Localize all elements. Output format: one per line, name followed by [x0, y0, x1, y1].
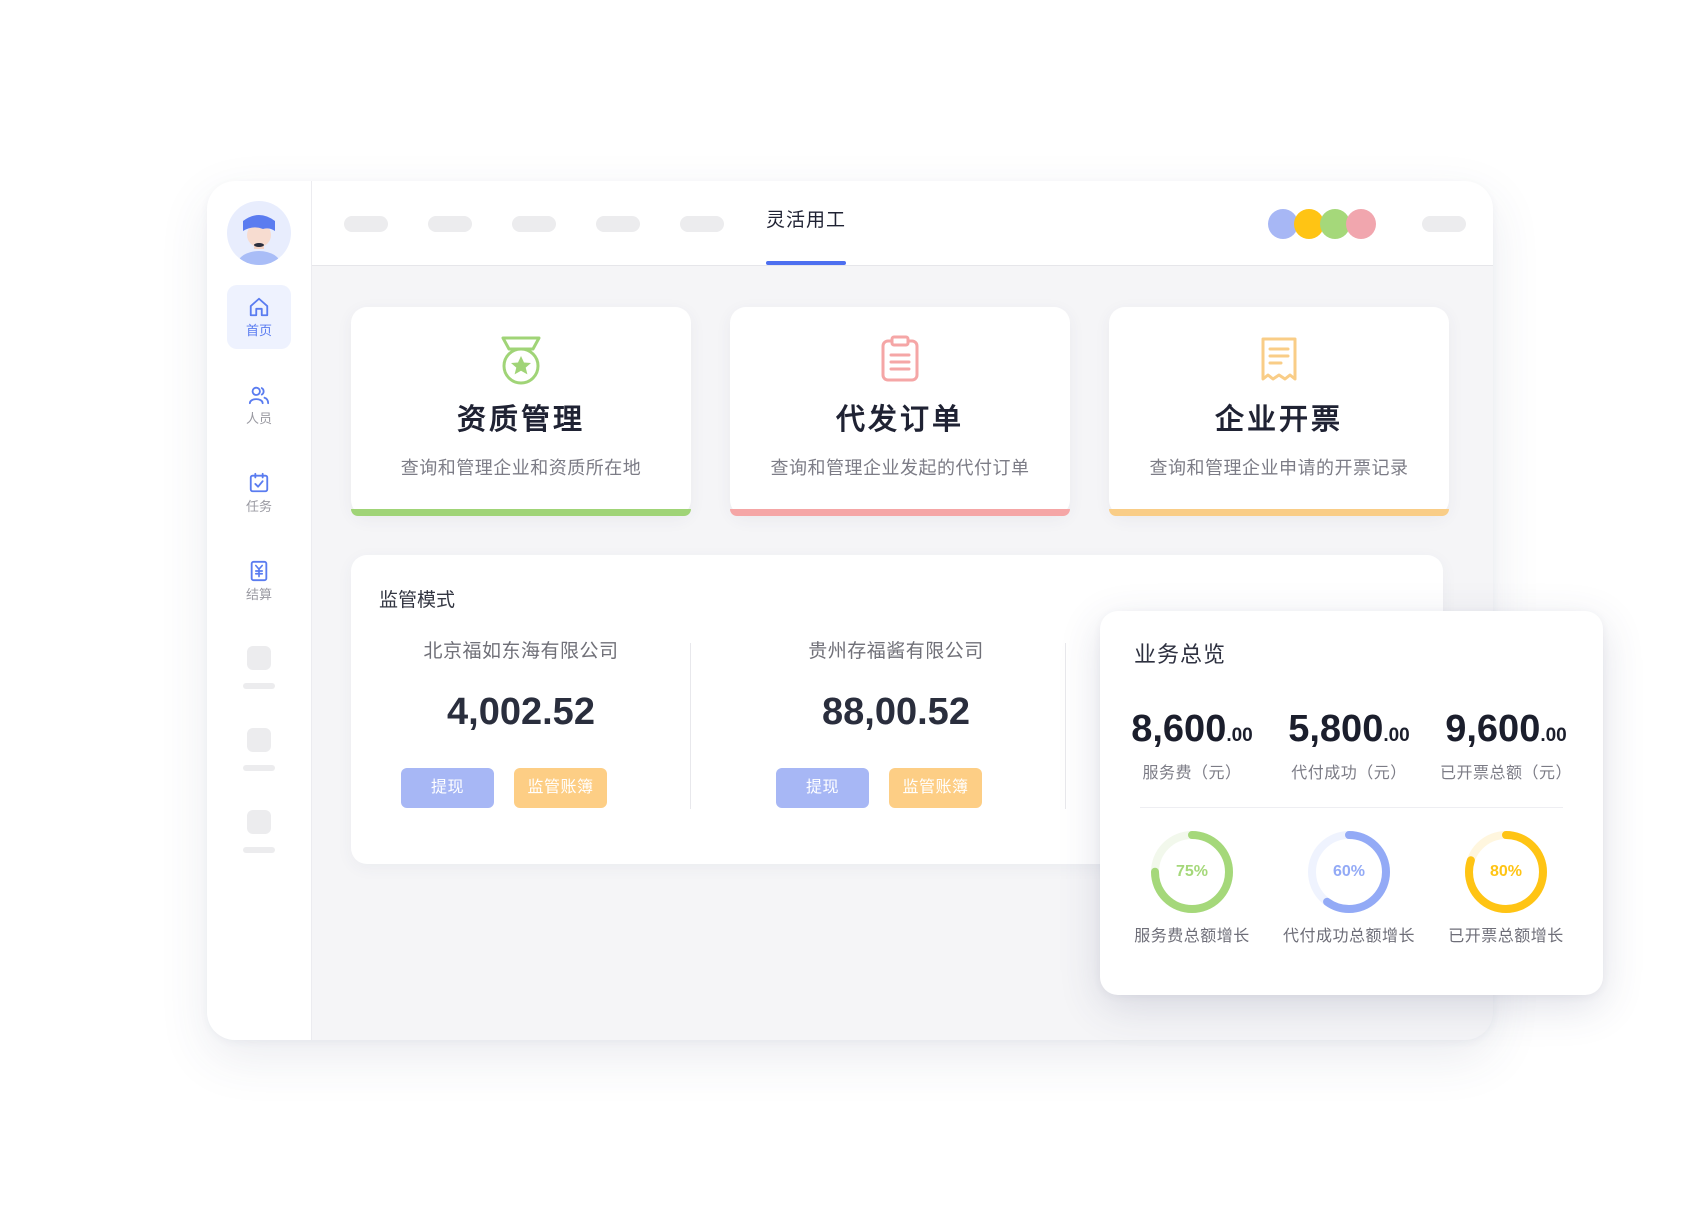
overview-title: 业务总览 [1134, 642, 1227, 667]
tab-placeholder[interactable] [512, 216, 556, 232]
invoice-icon [1261, 337, 1297, 381]
placeholder-icon [247, 728, 271, 752]
tab-placeholder[interactable] [344, 216, 388, 232]
ring-label: 服务费总额增长 [1134, 928, 1250, 945]
ring-service-fee-growth: 75% 服务费总额增长 [1112, 829, 1272, 947]
ring-label: 代付成功总额增长 [1282, 928, 1415, 945]
account-amount: 4,002.52 [447, 691, 595, 733]
sidebar-item-settlement[interactable]: 结算 [227, 549, 291, 613]
withdraw-button[interactable]: 提现 [401, 768, 494, 808]
divider [1065, 643, 1066, 809]
card-title: 企业开票 [1214, 404, 1343, 436]
ring-percent: 80% [1489, 863, 1523, 880]
task-calendar-icon [249, 472, 269, 493]
stat-value: 9,600.00 [1445, 708, 1567, 750]
tab-placeholder[interactable] [680, 216, 724, 232]
sidebar-item-home[interactable]: 首页 [227, 285, 291, 349]
panel-title: 监管模式 [379, 590, 456, 611]
sidebar-item-label: 结算 [245, 587, 272, 602]
users-icon [248, 386, 270, 405]
stage: 首页 人员 任务 结算 灵活用工 资质管理 查询和管理企业和资质所在地 代发订单… [0, 0, 1696, 1216]
stat-payout-success: 5,800.00 代付成功（元） [1269, 707, 1429, 784]
ledger-button[interactable]: 监管账簿 [889, 768, 982, 808]
placeholder-label [243, 765, 275, 771]
company-name: 北京福如东海有限公司 [423, 641, 619, 662]
stat-label: 代付成功（元） [1291, 765, 1407, 782]
card-description: 查询和管理企业申请的开票记录 [1149, 458, 1409, 478]
divider [1140, 807, 1563, 808]
tab-flexible-employment[interactable]: 灵活用工 [766, 209, 846, 233]
stat-label: 已开票总额（元） [1439, 765, 1572, 782]
stat-invoiced-total: 9,600.00 已开票总额（元） [1426, 707, 1586, 784]
active-tab-indicator [766, 261, 846, 265]
sidebar-item-tasks[interactable]: 任务 [227, 461, 291, 525]
sidebar-item-label: 首页 [245, 323, 272, 338]
card-description: 查询和管理企业发起的代付订单 [770, 458, 1030, 478]
tab-placeholder[interactable] [596, 216, 640, 232]
card-title: 资质管理 [456, 404, 585, 436]
color-dots [1268, 209, 1378, 239]
tab-placeholder[interactable] [428, 216, 472, 232]
card-qualification[interactable]: 资质管理 查询和管理企业和资质所在地 [351, 307, 691, 516]
sidebar: 首页 人员 任务 结算 [207, 181, 312, 1040]
account-amount: 88,00.52 [822, 691, 970, 733]
card-accent-bar [351, 509, 691, 516]
account-block: 北京福如东海有限公司 4,002.52 提现 监管账簿 [351, 640, 691, 810]
card-invoicing[interactable]: 企业开票 查询和管理企业申请的开票记录 [1109, 307, 1449, 516]
ledger-button[interactable]: 监管账簿 [514, 768, 607, 808]
card-accent-bar [1109, 509, 1449, 516]
company-name: 贵州存福酱有限公司 [808, 641, 984, 662]
sidebar-item-label: 人员 [245, 411, 272, 426]
color-dot [1346, 209, 1376, 239]
sidebar-item-label: 任务 [245, 499, 272, 514]
card-payout-orders[interactable]: 代发订单 查询和管理企业发起的代付订单 [730, 307, 1070, 516]
ring-invoice-growth: 80% 已开票总额增长 [1426, 829, 1586, 947]
divider [690, 643, 691, 809]
withdraw-button[interactable]: 提现 [776, 768, 869, 808]
stat-value: 8,600.00 [1131, 708, 1253, 750]
medal-icon [501, 336, 541, 385]
placeholder-label [243, 683, 275, 689]
stat-value: 5,800.00 [1288, 708, 1410, 750]
sidebar-item-users[interactable]: 人员 [227, 373, 291, 437]
ring-percent: 75% [1175, 863, 1209, 880]
placeholder-icon [247, 646, 271, 670]
ring-label: 已开票总额增长 [1448, 928, 1564, 945]
business-overview-card: 业务总览 8,600.00 服务费（元） 5,800.00 代付成功（元） 9,… [1100, 611, 1603, 995]
ring-percent: 60% [1332, 863, 1366, 880]
placeholder-label [243, 847, 275, 853]
placeholder-icon [247, 810, 271, 834]
stat-label: 服务费（元） [1142, 765, 1242, 782]
top-nav: 灵活用工 [312, 181, 1493, 266]
settlement-yen-icon [250, 560, 268, 582]
card-description: 查询和管理企业和资质所在地 [400, 458, 642, 478]
clipboard-icon [881, 335, 919, 382]
home-icon [249, 297, 269, 317]
card-accent-bar [730, 509, 1070, 516]
user-menu-placeholder[interactable] [1422, 216, 1466, 232]
account-block: 贵州存福酱有限公司 88,00.52 提现 监管账簿 [726, 640, 1066, 810]
ring-payout-growth: 60% 代付成功总额增长 [1269, 829, 1429, 947]
card-title: 代发订单 [835, 404, 964, 436]
avatar[interactable] [227, 201, 291, 265]
stat-service-fee: 8,600.00 服务费（元） [1112, 707, 1272, 784]
